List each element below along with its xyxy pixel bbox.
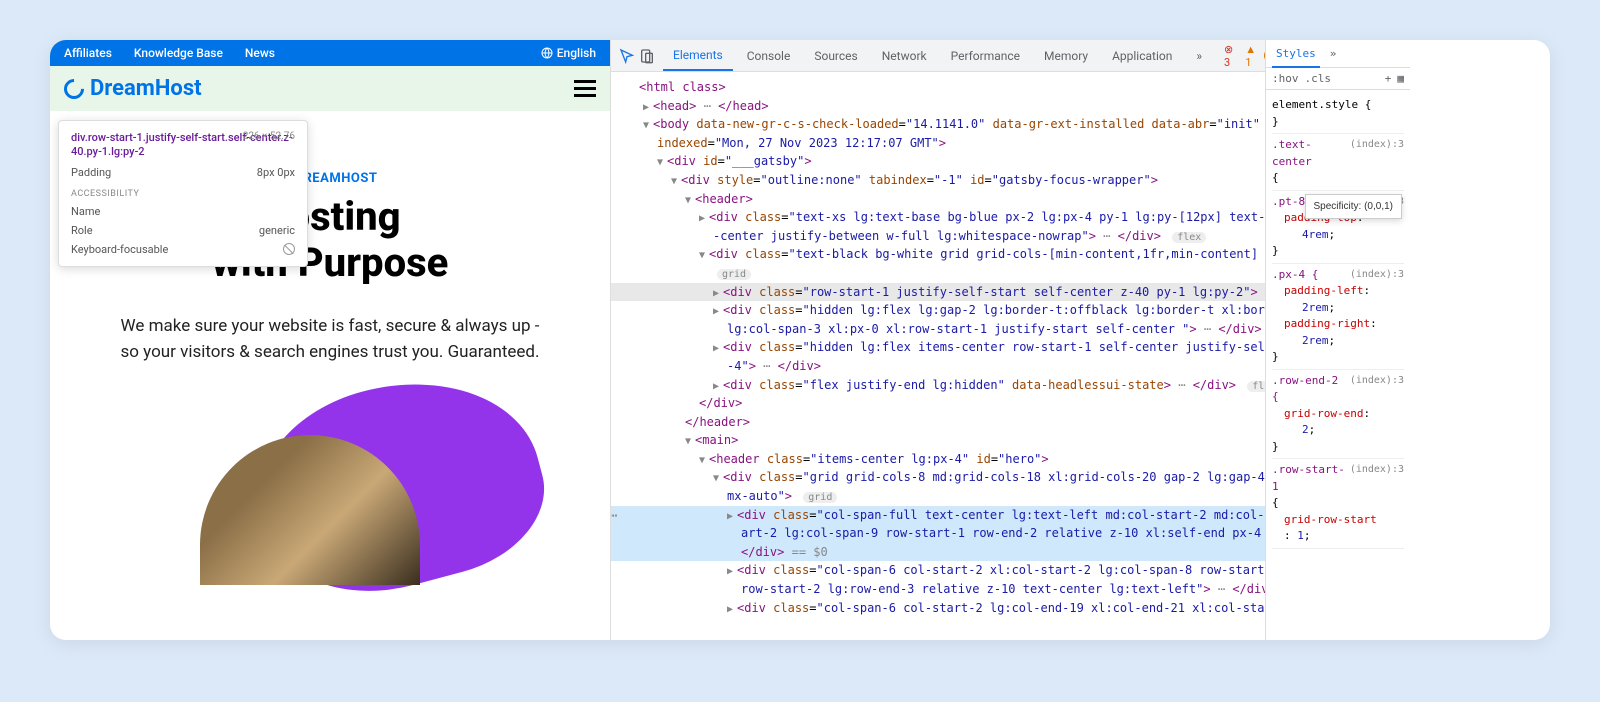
error-badge[interactable]: ⊗ 3: [1220, 42, 1237, 70]
hero-subtext: We make sure your website is fast, secur…: [80, 314, 580, 365]
logo-text: DreamHost: [90, 76, 202, 101]
tooltip-kf: Keyboard-focusable: [71, 243, 168, 256]
lang-switch[interactable]: English: [541, 46, 596, 60]
tooltip-padding-val: 8px 0px: [257, 166, 295, 179]
tab-sources[interactable]: Sources: [804, 42, 867, 70]
devtools-pane: Elements Console Sources Network Perform…: [610, 40, 1410, 640]
tooltip-padding-label: Padding: [71, 166, 111, 179]
dom-tree[interactable]: <html class> ▶<head> ⋯ </head> ▼<body da…: [611, 72, 1265, 640]
device-icon[interactable]: [639, 48, 655, 64]
hov-toggle[interactable]: :hov: [1272, 72, 1299, 85]
logo-icon: [60, 74, 88, 102]
tab-performance[interactable]: Performance: [941, 42, 1030, 70]
specificity-tooltip: Specificity: (0,0,1): [1305, 194, 1402, 219]
top-bar: Affiliates Knowledge Base News English: [50, 40, 610, 66]
logo[interactable]: DreamHost: [64, 76, 202, 101]
inspect-tooltip: div.row-start-1.justify-self-start.self-…: [58, 120, 308, 267]
tabs-more[interactable]: »: [1186, 42, 1212, 70]
hero-illustration: [80, 405, 580, 555]
cls-toggle[interactable]: .cls: [1305, 72, 1332, 85]
lang-label: English: [557, 46, 596, 60]
tab-elements[interactable]: Elements: [663, 41, 733, 71]
inspect-icon[interactable]: [619, 48, 635, 64]
menu-button[interactable]: [574, 80, 596, 97]
plus-icon[interactable]: +: [1385, 72, 1392, 85]
tab-console[interactable]: Console: [737, 42, 801, 70]
ban-icon: [283, 243, 295, 255]
computed-icon[interactable]: ▦: [1397, 72, 1404, 85]
tooltip-a11y-header: ACCESSIBILITY: [71, 189, 295, 199]
tab-memory[interactable]: Memory: [1034, 42, 1098, 70]
warn-badge[interactable]: ▲ 1: [1241, 42, 1260, 70]
styles-sidebar: Styles » :hov .cls + ▦ element.style {} …: [1265, 40, 1410, 640]
devtools-tabs: Elements Console Sources Network Perform…: [611, 40, 1265, 72]
tab-application[interactable]: Application: [1102, 42, 1182, 70]
tab-network[interactable]: Network: [872, 42, 937, 70]
styles-list[interactable]: element.style {} (index):3.text-center{ …: [1266, 90, 1410, 553]
website-pane: Affiliates Knowledge Base News English D…: [50, 40, 610, 640]
nav-kb[interactable]: Knowledge Base: [134, 46, 223, 60]
tooltip-role-val: generic: [259, 224, 295, 237]
nav-news[interactable]: News: [245, 46, 275, 60]
styles-more[interactable]: »: [1326, 41, 1341, 66]
globe-icon: [541, 47, 553, 59]
tooltip-role-label: Role: [71, 224, 93, 237]
tooltip-name: Name: [71, 205, 100, 218]
nav-affiliates[interactable]: Affiliates: [64, 46, 112, 60]
header-row: DreamHost: [50, 66, 610, 111]
tab-styles[interactable]: Styles: [1272, 41, 1320, 68]
tooltip-dims: 226 × 52.76: [243, 131, 295, 142]
